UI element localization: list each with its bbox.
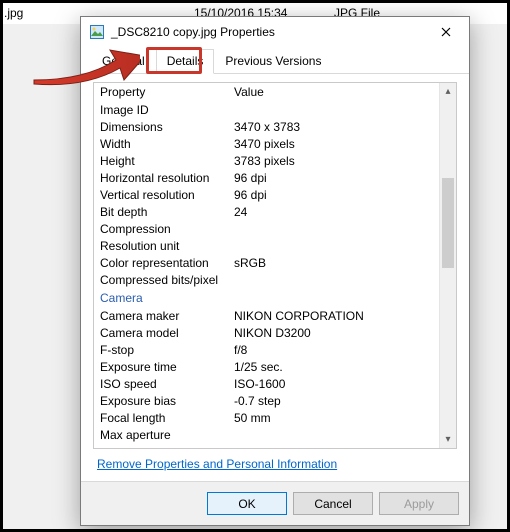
list-row[interactable]: Height3783 pixels [94,152,439,169]
property-cell: Camera maker [94,309,234,323]
property-cell: Color representation [94,256,234,270]
value-cell: NIKON CORPORATION [234,309,439,323]
list-row[interactable]: Horizontal resolution96 dpi [94,169,439,186]
list-row[interactable]: Max aperture [94,426,439,443]
tab-previous-versions[interactable]: Previous Versions [214,49,332,73]
list-row[interactable]: Camera modelNIKON D3200 [94,324,439,341]
tab-content: Property Value Image IDDimensions3470 x … [81,74,469,481]
property-cell: Exposure time [94,360,234,374]
list-row[interactable]: Compressed bits/pixel [94,271,439,288]
list-row[interactable]: F-stopf/8 [94,341,439,358]
properties-dialog: _DSC8210 copy.jpg Properties General Det… [80,16,470,526]
property-cell: F-stop [94,343,234,357]
value-cell: -0.7 step [234,394,439,408]
list-row[interactable]: Compression [94,220,439,237]
list-row[interactable]: Exposure bias-0.7 step [94,392,439,409]
value-cell: NIKON D3200 [234,326,439,340]
property-cell: Exposure bias [94,394,234,408]
scroll-down-icon[interactable]: ▾ [440,431,456,448]
close-button[interactable] [429,19,463,45]
dialog-buttons: OK Cancel Apply [81,481,469,525]
tab-general[interactable]: General [91,49,156,73]
property-cell: Image ID [94,103,234,117]
remove-properties-link[interactable]: Remove Properties and Personal Informati… [97,457,337,471]
value-cell: 3470 pixels [234,137,439,151]
value-cell: 3783 pixels [234,154,439,168]
value-cell: f/8 [234,343,439,357]
image-file-icon [89,24,105,40]
list-row[interactable]: Focal length50 mm [94,409,439,426]
list-row[interactable]: Dimensions3470 x 3783 [94,118,439,135]
list-header: Property Value [94,83,439,101]
value-cell: sRGB [234,256,439,270]
apply-button[interactable]: Apply [379,492,459,515]
property-cell: Vertical resolution [94,188,234,202]
property-cell: Horizontal resolution [94,171,234,185]
list-row[interactable]: ISO speedISO-1600 [94,375,439,392]
property-cell: Bit depth [94,205,234,219]
header-value: Value [234,85,439,99]
list-row[interactable]: Bit depth24 [94,203,439,220]
property-cell: Camera model [94,326,234,340]
property-cell: Max aperture [94,428,234,442]
tab-details[interactable]: Details [156,49,215,74]
list-row[interactable]: Width3470 pixels [94,135,439,152]
list-row[interactable]: Camera makerNIKON CORPORATION [94,307,439,324]
value-cell: 96 dpi [234,171,439,185]
ok-button[interactable]: OK [207,492,287,515]
list-row[interactable]: Resolution unit [94,237,439,254]
scroll-up-icon[interactable]: ▴ [440,83,456,100]
value-cell: 50 mm [234,411,439,425]
property-cell: ISO speed [94,377,234,391]
property-cell: Width [94,137,234,151]
titlebar[interactable]: _DSC8210 copy.jpg Properties [81,17,469,47]
scrollbar[interactable]: ▴ ▾ [439,83,456,448]
list-row[interactable]: Vertical resolution96 dpi [94,186,439,203]
details-list[interactable]: Property Value Image IDDimensions3470 x … [93,82,457,449]
property-cell: Focal length [94,411,234,425]
cancel-button[interactable]: Cancel [293,492,373,515]
value-cell: 24 [234,205,439,219]
header-property: Property [94,85,234,99]
property-cell: Resolution unit [94,239,234,253]
tabs: General Details Previous Versions [81,47,469,74]
scroll-thumb[interactable] [442,178,454,268]
section-camera: Camera [94,288,439,307]
list-row[interactable]: Exposure time1/25 sec. [94,358,439,375]
dialog-title: _DSC8210 copy.jpg Properties [111,25,429,39]
property-cell: Height [94,154,234,168]
list-row[interactable]: Image ID [94,101,439,118]
list-row[interactable]: Color representationsRGB [94,254,439,271]
property-cell: Compressed bits/pixel [94,273,234,287]
property-cell: Compression [94,222,234,236]
close-icon [441,27,451,37]
value-cell: 1/25 sec. [234,360,439,374]
property-cell: Dimensions [94,120,234,134]
value-cell: 96 dpi [234,188,439,202]
value-cell: ISO-1600 [234,377,439,391]
value-cell: 3470 x 3783 [234,120,439,134]
